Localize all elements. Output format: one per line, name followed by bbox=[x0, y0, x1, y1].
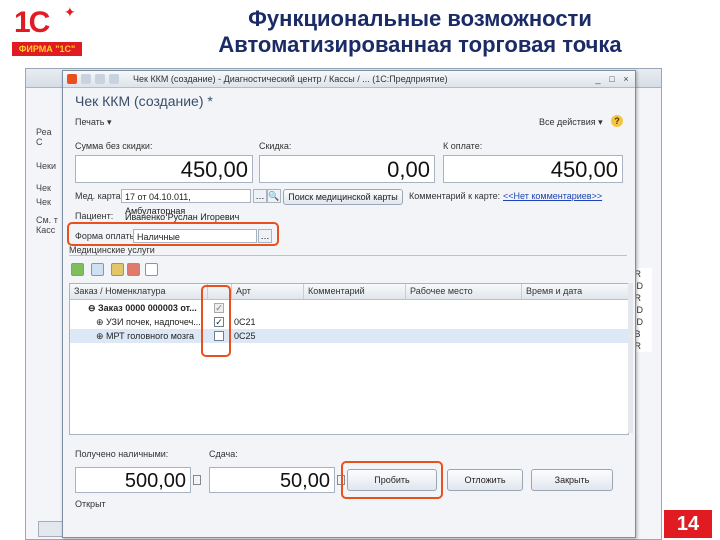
discount-field[interactable]: 0,00 bbox=[259, 155, 435, 183]
received-field[interactable]: 500,00 bbox=[75, 467, 191, 493]
punch-button-highlight bbox=[341, 461, 443, 499]
row-art: 0C21 bbox=[234, 317, 256, 327]
column-header-datetime[interactable]: Время и дата bbox=[522, 284, 628, 299]
to-pay-label: К оплате: bbox=[443, 141, 483, 151]
med-card-label: Мед. карта: bbox=[75, 191, 124, 201]
bg-side-label: С bbox=[36, 137, 43, 147]
bg-side-label[interactable]: Чеки bbox=[36, 161, 56, 171]
document-icon[interactable] bbox=[145, 263, 158, 276]
table-header: Заказ / Номенклатура Арт Комментарий Раб… bbox=[70, 284, 628, 300]
receipt-dialog: Чек ККМ (создание) - Диагностический цен… bbox=[62, 70, 636, 538]
document-status: Открыт bbox=[75, 499, 106, 509]
bg-side-label[interactable]: См. т bbox=[36, 215, 58, 225]
column-header-workplace[interactable]: Рабочее место bbox=[406, 284, 522, 299]
card-comment-label: Комментарий к карте: bbox=[409, 191, 501, 201]
close-button[interactable]: Закрыть bbox=[531, 469, 613, 491]
sum-no-discount-label: Сумма без скидки: bbox=[75, 141, 153, 151]
checkbox-column-highlight bbox=[201, 285, 231, 357]
row-name: ⊕ УЗИ почек, надпочеч... bbox=[96, 317, 201, 327]
defer-button[interactable]: Отложить bbox=[447, 469, 523, 491]
column-header-art[interactable]: Арт bbox=[232, 284, 304, 299]
help-icon[interactable]: ? bbox=[611, 115, 623, 127]
table-row[interactable]: ⊕ МРТ головного мозга 0C25 bbox=[70, 329, 628, 343]
maximize-icon[interactable]: □ bbox=[607, 74, 617, 84]
table-scrollbar[interactable] bbox=[628, 283, 633, 433]
payment-form-highlight bbox=[67, 222, 279, 246]
med-card-select-button[interactable]: … bbox=[253, 189, 267, 203]
change-field[interactable]: 50,00 bbox=[209, 467, 335, 493]
dialog-window-title: Чек ККМ (создание) - Диагностический цен… bbox=[133, 74, 448, 84]
print-menu-button[interactable]: Печать ▾ bbox=[75, 117, 112, 128]
patient-label: Пациент: bbox=[75, 211, 114, 221]
sum-no-discount-field[interactable]: 450,00 bbox=[75, 155, 253, 183]
minimize-icon[interactable]: _ bbox=[593, 74, 603, 84]
row-name: ⊕ МРТ головного мозга bbox=[96, 331, 195, 341]
bg-side-label[interactable]: Касс bbox=[36, 225, 55, 235]
forward-icon[interactable] bbox=[95, 74, 105, 84]
received-label: Получено наличными: bbox=[75, 449, 169, 459]
logo-star-icon: ✦ bbox=[64, 4, 76, 20]
add-icon[interactable] bbox=[71, 263, 84, 276]
row-art: 0C25 bbox=[234, 331, 256, 341]
bg-side-label[interactable]: Чек bbox=[36, 197, 51, 207]
back-icon[interactable] bbox=[81, 74, 91, 84]
card-comment-link[interactable]: <<Нет комментариев>> bbox=[503, 191, 602, 201]
table-row[interactable]: ⊕ УЗИ почек, надпочеч... ✓ 0C21 bbox=[70, 315, 628, 329]
slide-title-line1: Функциональные возможности bbox=[248, 6, 592, 31]
calculator-icon[interactable] bbox=[193, 475, 201, 485]
app-icon[interactable] bbox=[67, 74, 77, 84]
change-label: Сдача: bbox=[209, 449, 238, 459]
table-row[interactable]: ⊖ Заказ 0000 000003 от... ✓ bbox=[70, 301, 628, 315]
copy-icon[interactable] bbox=[91, 263, 104, 276]
row-name: ⊖ Заказ 0000 000003 от... bbox=[88, 303, 197, 313]
1c-logo: 1С ✦ ФИРМА "1С" bbox=[12, 4, 82, 56]
dialog-titlebar: Чек ККМ (создание) - Диагностический цен… bbox=[63, 71, 635, 88]
slide-page-number: 14 bbox=[664, 510, 712, 538]
slide-title-line2: Автоматизированная торговая точка bbox=[218, 32, 622, 57]
all-actions-menu-button[interactable]: Все действия ▾ bbox=[539, 117, 603, 128]
slide-header: 1С ✦ ФИРМА "1С" Функциональные возможнос… bbox=[0, 0, 720, 64]
column-header-order[interactable]: Заказ / Номенклатура bbox=[70, 284, 208, 299]
services-table: Заказ / Номенклатура Арт Комментарий Раб… bbox=[69, 283, 629, 435]
services-section-header[interactable]: Медицинские услуги bbox=[69, 245, 627, 256]
favorite-icon[interactable] bbox=[109, 74, 119, 84]
bg-side-label: Реа bbox=[36, 127, 52, 137]
delete-icon[interactable] bbox=[127, 263, 140, 276]
logo-firm-text: ФИРМА "1С" bbox=[12, 42, 82, 56]
med-card-open-button[interactable]: 🔍 bbox=[267, 189, 281, 203]
document-title: Чек ККМ (создание) * bbox=[75, 93, 213, 109]
slide-title: Функциональные возможности Автоматизиров… bbox=[140, 6, 700, 58]
logo-1c-text: 1С bbox=[14, 6, 50, 39]
column-header-comment[interactable]: Комментарий bbox=[304, 284, 406, 299]
discount-label: Скидка: bbox=[259, 141, 292, 151]
bg-side-label[interactable]: Чек bbox=[36, 183, 51, 193]
to-pay-field[interactable]: 450,00 bbox=[443, 155, 623, 183]
close-icon[interactable]: × bbox=[621, 74, 631, 84]
edit-icon[interactable] bbox=[111, 263, 124, 276]
search-med-card-button[interactable]: Поиск медицинской карты bbox=[283, 189, 403, 205]
med-card-field[interactable]: 17 от 04.10.011, Амбулаторная bbox=[121, 189, 251, 216]
patient-field[interactable]: Иваненко Руслан Игоревич bbox=[121, 209, 241, 223]
